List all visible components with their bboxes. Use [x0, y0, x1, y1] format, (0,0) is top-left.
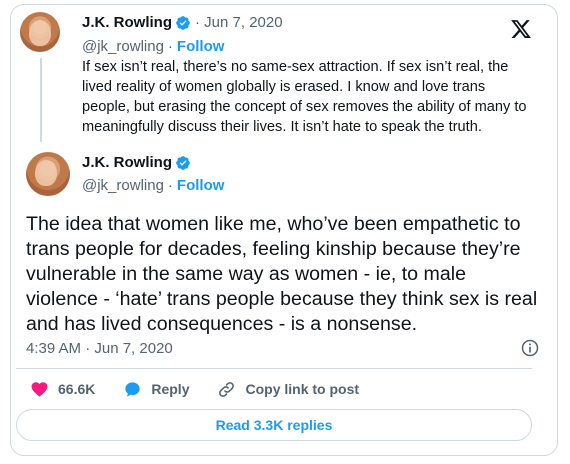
reply-label: Reply [151, 381, 190, 397]
quoted-tweet-text: If sex isn’t real, there’s no same-sex a… [82, 59, 527, 135]
quoted-handle-row: @jk_rowling · Follow [82, 38, 224, 55]
main-author-name[interactable]: J.K. Rowling [82, 154, 172, 171]
quoted-tweet-date[interactable]: · Jun 7, 2020 [195, 14, 283, 31]
heart-icon [31, 381, 48, 397]
quoted-author-handle[interactable]: @jk_rowling [82, 38, 164, 55]
main-tweet-text: The idea that women like me, who’ve been… [26, 213, 538, 335]
main-author-avatar[interactable] [26, 152, 70, 196]
thread-connector-line [40, 58, 42, 142]
reply-bubble-icon [125, 381, 140, 397]
main-handle-row: @jk_rowling · Follow [82, 177, 224, 194]
quoted-author-row: J.K. Rowling · Jun 7, 2020 [82, 14, 283, 31]
like-button[interactable]: 66.6K [30, 380, 95, 399]
main-author-row: J.K. Rowling [82, 154, 191, 171]
quoted-author-name[interactable]: J.K. Rowling [82, 14, 172, 31]
reply-button[interactable]: Reply [123, 380, 189, 399]
copy-link-button[interactable]: Copy link to post [217, 380, 359, 399]
x-logo-icon[interactable] [510, 18, 532, 40]
main-author-handle[interactable]: @jk_rowling [82, 177, 164, 194]
main-tweet-timestamp[interactable]: 4:39 AM · Jun 7, 2020 [26, 340, 173, 357]
read-replies-button[interactable]: Read 3.3K replies [16, 409, 532, 441]
copy-link-label: Copy link to post [245, 381, 360, 397]
like-count: 66.6K [58, 381, 96, 397]
separator-dot: · [167, 177, 173, 194]
main-follow-link[interactable]: Follow [177, 177, 225, 194]
verified-badge-icon [176, 155, 190, 170]
quoted-follow-link[interactable]: Follow [177, 38, 225, 55]
quoted-author-avatar[interactable] [20, 12, 60, 52]
divider [16, 368, 532, 369]
link-icon [219, 381, 235, 397]
verified-badge-icon [176, 15, 190, 30]
separator-dot: · [167, 38, 173, 55]
action-bar: 66.6K Reply Copy link to post [30, 378, 387, 400]
info-icon[interactable] [520, 338, 540, 358]
